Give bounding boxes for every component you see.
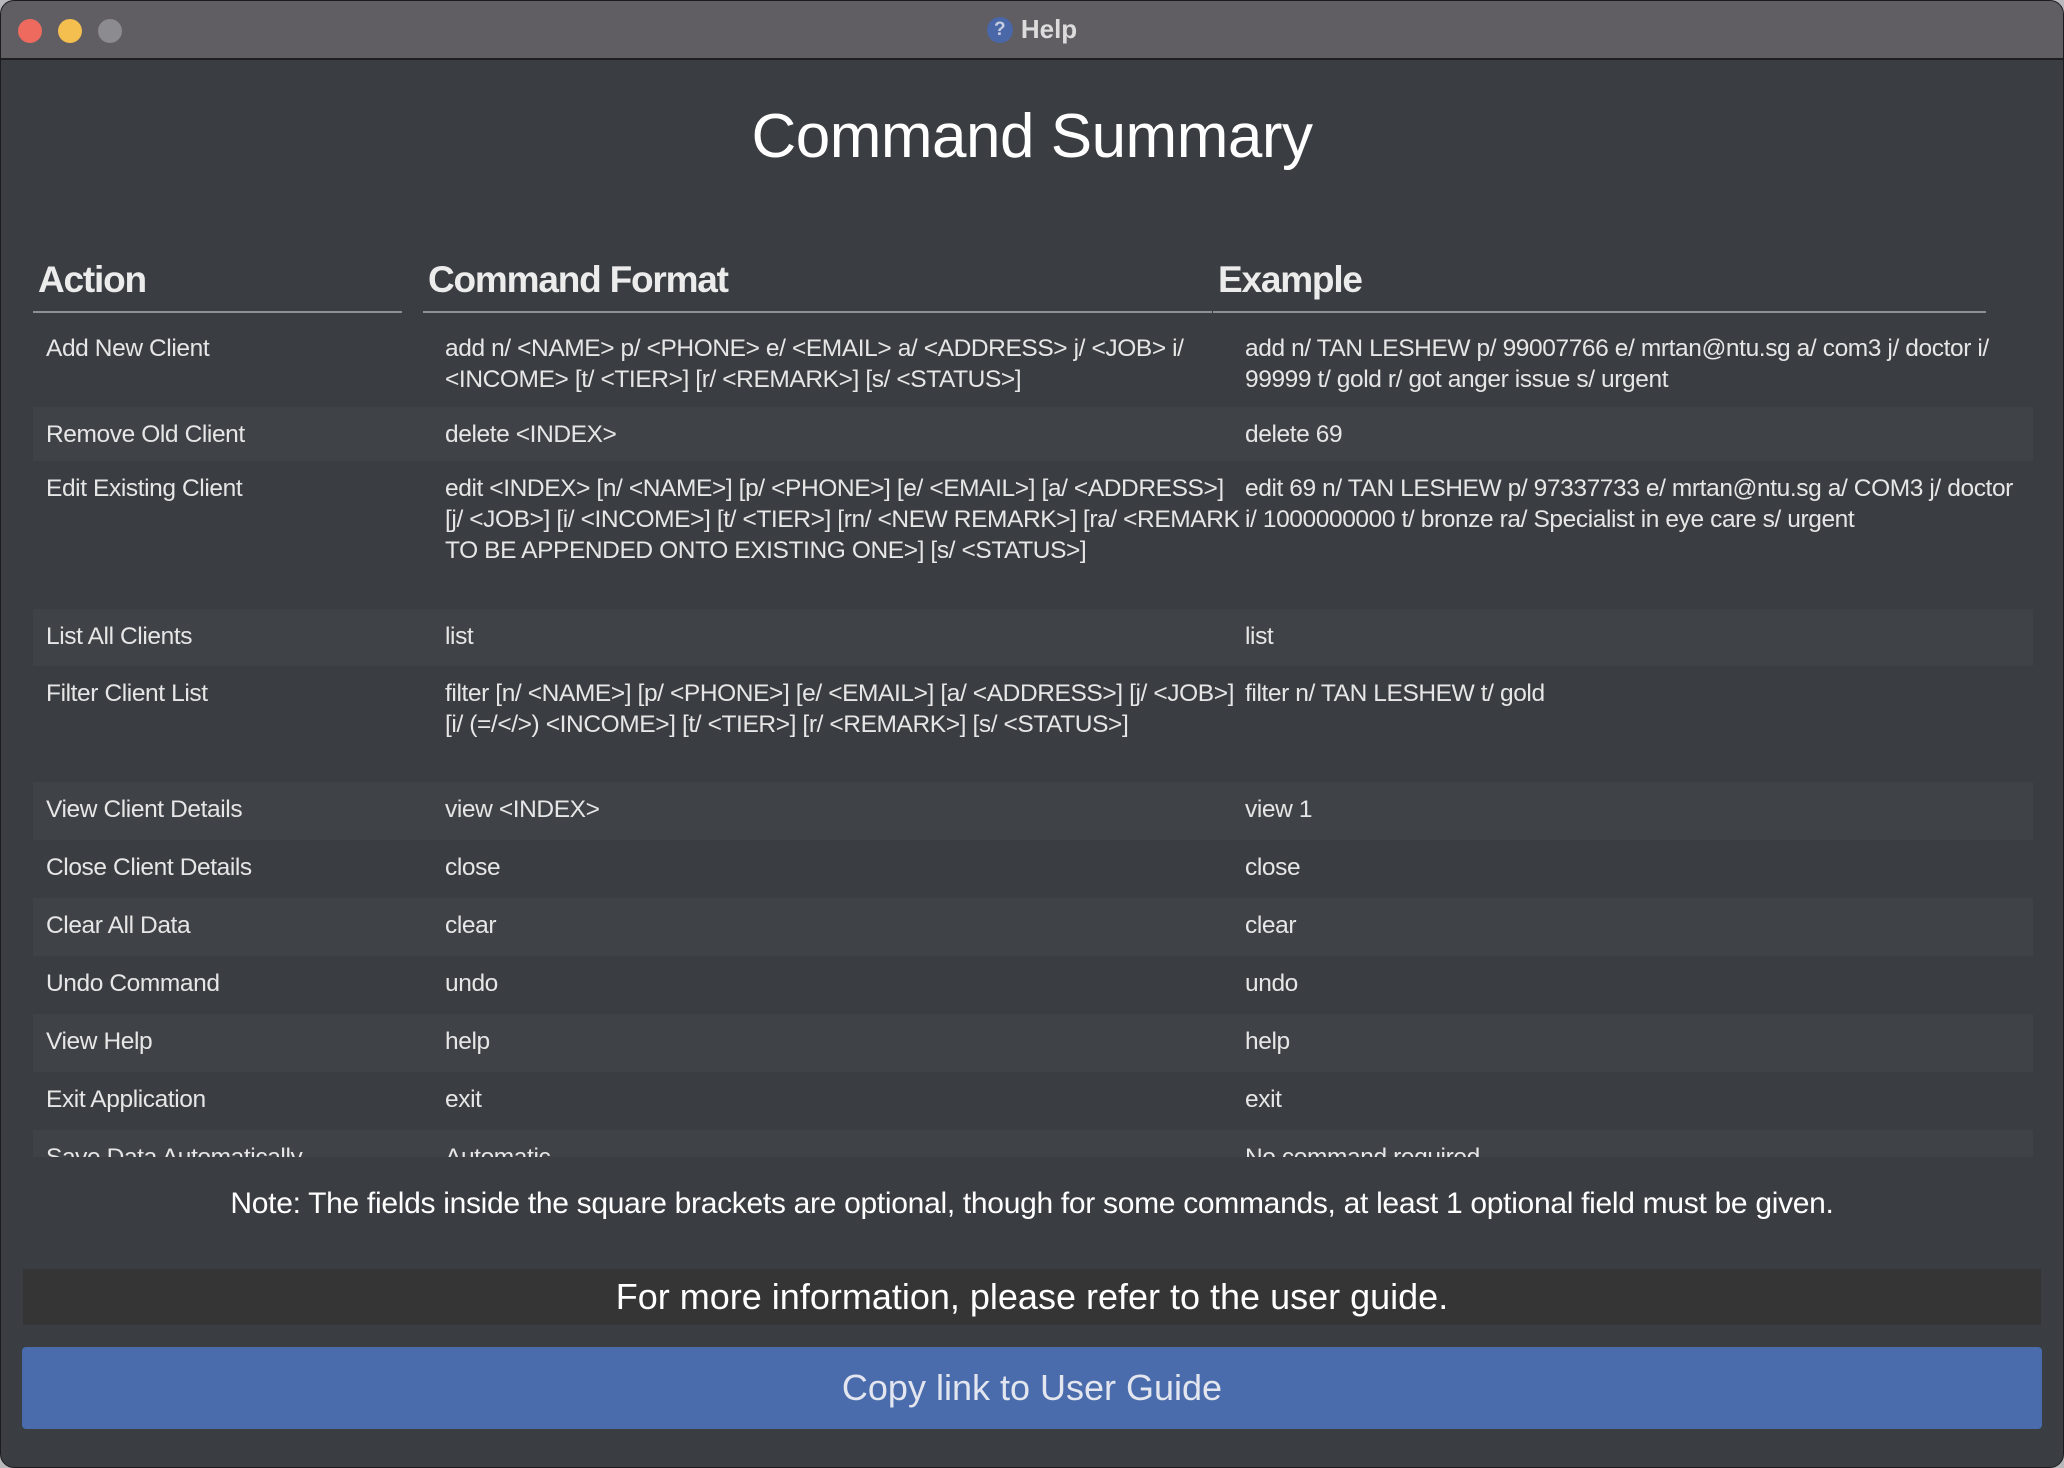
command-format-cell: clear bbox=[445, 912, 497, 939]
action-cell: Exit Application bbox=[46, 1086, 206, 1113]
command-summary-table[interactable]: Action Command Format Example Add New Cl… bbox=[33, 255, 2033, 1157]
table-row[interactable]: List All Clients list list bbox=[33, 609, 2033, 666]
example-cell: exit bbox=[1245, 1086, 1282, 1113]
table-row[interactable]: Clear All Data clear clear bbox=[33, 898, 2033, 956]
copy-user-guide-link-button[interactable]: Copy link to User Guide bbox=[22, 1347, 2042, 1429]
command-format-cell: list bbox=[445, 623, 474, 650]
action-cell: View Client Details bbox=[46, 796, 243, 823]
table-header: Action Command Format Example bbox=[33, 255, 2033, 321]
optional-fields-note: Note: The fields inside the square brack… bbox=[230, 1187, 1834, 1220]
command-format-cell: exit bbox=[445, 1086, 482, 1113]
help-window: ? Help Command Summary Action Command Fo… bbox=[0, 0, 2064, 1468]
table-row[interactable]: Undo Command undo undo bbox=[33, 956, 2033, 1014]
command-format-cell: delete <INDEX> bbox=[445, 421, 617, 448]
action-cell: Filter Client List bbox=[46, 680, 208, 707]
command-format-cell: help bbox=[445, 1028, 490, 1055]
user-guide-info: For more information, please refer to th… bbox=[23, 1269, 2041, 1325]
action-cell: Add New Client bbox=[46, 335, 210, 362]
table-row[interactable]: Add New Client add n/ <NAME> p/ <PHONE> e… bbox=[33, 321, 2033, 407]
command-format-cell: add n/ <NAME> p/ <PHONE> e/ <EMAIL> a/ <… bbox=[445, 335, 1184, 393]
table-row[interactable]: Save Data Automatically AutomaticNo comma… bbox=[33, 1130, 2033, 1157]
action-cell: View Help bbox=[46, 1028, 153, 1055]
example-cell: help bbox=[1245, 1028, 1290, 1055]
action-cell: Clear All Data bbox=[46, 912, 191, 939]
command-format-cell: Automatic bbox=[445, 1142, 1245, 1157]
example-cell: delete 69 bbox=[1245, 421, 1343, 448]
action-cell: Edit Existing Client bbox=[46, 475, 243, 502]
example-cell: close bbox=[1245, 854, 1301, 881]
page-title: Command Summary bbox=[751, 102, 1313, 171]
action-cell: List All Clients bbox=[46, 623, 193, 650]
table-body: Add New Client add n/ <NAME> p/ <PHONE> e… bbox=[33, 321, 2033, 1157]
command-format-cell: edit <INDEX> [n/ <NAME>] [p/ <PHONE>] [e… bbox=[445, 475, 1240, 564]
column-header-action[interactable]: Action bbox=[33, 259, 402, 313]
table-row[interactable]: Exit Application exit exit bbox=[33, 1072, 2033, 1130]
action-cell: Undo Command bbox=[46, 970, 220, 997]
command-format-cell: close bbox=[445, 854, 501, 881]
action-cell: Close Client Details bbox=[46, 854, 252, 881]
table-row[interactable]: View Client Details view <INDEX> view 1 bbox=[33, 782, 2033, 840]
example-cell: clear bbox=[1245, 912, 1297, 939]
table-row[interactable]: Edit Existing Client edit <INDEX> [n/ <NA… bbox=[33, 461, 2033, 609]
table-row[interactable]: Remove Old Client delete <INDEX> delete 69 bbox=[33, 407, 2033, 461]
example-cell: add n/ TAN LESHEW p/ 99007766 e/ mrtan@n… bbox=[1245, 335, 1989, 393]
example-cell: list bbox=[1245, 623, 1274, 650]
action-cell: Save Data Automatically bbox=[46, 1142, 416, 1157]
command-format-cell: view <INDEX> bbox=[445, 796, 600, 823]
title-bar[interactable]: ? Help bbox=[1, 1, 2063, 60]
window-title-text: Help bbox=[1020, 14, 1078, 44]
action-cell: Remove Old Client bbox=[46, 421, 245, 448]
table-row[interactable]: Filter Client List filter [n/ <NAME>] [p/… bbox=[33, 666, 2033, 782]
column-header-example[interactable]: Example bbox=[1213, 259, 1986, 313]
example-cell: undo bbox=[1245, 970, 1298, 997]
example-cell: filter n/ TAN LESHEW t/ gold bbox=[1245, 680, 1545, 707]
example-cell: edit 69 n/ TAN LESHEW p/ 97337733 e/ mrt… bbox=[1245, 475, 2013, 533]
table-row[interactable]: View Help help help bbox=[33, 1014, 2033, 1072]
example-cell: view 1 bbox=[1245, 796, 1313, 823]
window-title: ? Help bbox=[1, 1, 2063, 58]
table-row[interactable]: Close Client Details close close bbox=[33, 840, 2033, 898]
command-format-cell: filter [n/ <NAME>] [p/ <PHONE>] [e/ <EMA… bbox=[445, 680, 1235, 738]
column-header-command-format[interactable]: Command Format bbox=[423, 259, 1212, 313]
example-cell: No command required bbox=[1245, 1142, 2025, 1157]
command-format-cell: undo bbox=[445, 970, 498, 997]
help-question-icon: ? bbox=[986, 16, 1013, 43]
